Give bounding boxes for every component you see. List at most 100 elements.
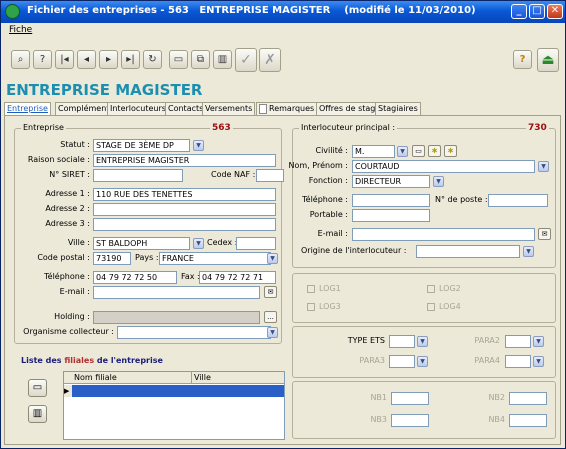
fax-field[interactable]: 04 79 72 72 71	[199, 271, 276, 284]
tab-complement[interactable]: Complément	[55, 102, 113, 116]
log3-checkbox[interactable]	[307, 303, 315, 311]
entreprise-group: Entreprise 563 Statut : STAGE DE 3ÈME DP…	[14, 123, 284, 344]
email-field[interactable]	[93, 286, 260, 299]
copy-icon[interactable]: ⧉	[191, 50, 210, 69]
nom-prenom-dropdown-icon[interactable]: ▼	[538, 161, 549, 172]
ville-field[interactable]: ST BALDOPH	[93, 237, 190, 250]
ville-dropdown-icon[interactable]: ▼	[193, 238, 204, 249]
title-bar[interactable]: Fichier des entreprises - 563 ENTREPRISE…	[1, 1, 565, 23]
organisme-field[interactable]	[117, 326, 271, 339]
tab-versements[interactable]: Versements	[202, 102, 256, 116]
adresse2-field[interactable]	[93, 203, 276, 216]
nb3-label: NB3	[370, 415, 387, 424]
refresh-icon[interactable]: ↻	[143, 50, 162, 69]
type-ets-field[interactable]	[389, 335, 415, 348]
fonction-label: Fonction :	[308, 176, 348, 185]
telephone-field[interactable]: 04 79 72 72 50	[93, 271, 177, 284]
tab-contacts[interactable]: Contacts	[165, 102, 207, 116]
filiales-table[interactable]: Nom filiale Ville ▶	[63, 371, 285, 440]
cancel-icon[interactable]: ✗	[259, 48, 281, 72]
statut-label: Statut :	[60, 140, 90, 149]
binoculars-icon[interactable]: ⌕	[11, 50, 30, 69]
origine-dropdown-icon[interactable]: ▼	[523, 246, 534, 257]
nb2-field[interactable]	[509, 392, 547, 405]
maximize-button[interactable]: □	[529, 4, 545, 19]
para3-field[interactable]	[389, 355, 415, 368]
log1-checkbox[interactable]	[307, 285, 315, 293]
raison-sociale-field[interactable]: ENTREPRISE MAGISTER	[93, 154, 276, 167]
poste-field[interactable]	[488, 194, 548, 207]
help-icon[interactable]: ?	[33, 50, 52, 69]
statut-field[interactable]: STAGE DE 3ÈME DP	[93, 139, 190, 152]
interlocuteur-email-icon[interactable]: ✉	[538, 228, 551, 240]
adresse3-field[interactable]	[93, 218, 276, 231]
civilite-field[interactable]: M.	[352, 145, 395, 158]
interlocuteur-email-field[interactable]	[352, 228, 535, 241]
cedex-field[interactable]	[236, 237, 276, 250]
nb4-field[interactable]	[509, 414, 547, 427]
interlocuteur-telephone-label: Téléphone :	[302, 195, 348, 204]
ville-label: Ville :	[67, 238, 90, 247]
tab-interlocuteurs[interactable]: Interlocuteurs	[107, 102, 169, 116]
type-ets-dropdown-icon[interactable]: ▼	[417, 336, 428, 347]
add-filiale-button[interactable]: ▭	[28, 379, 47, 397]
column-header-nom-filiale[interactable]: Nom filiale	[74, 373, 117, 382]
para2-dropdown-icon[interactable]: ▼	[533, 336, 544, 347]
portable-field[interactable]	[352, 209, 430, 222]
exit-icon[interactable]: ⏏	[537, 48, 559, 72]
new-document-icon[interactable]: ▭	[169, 50, 188, 69]
statut-dropdown-icon[interactable]: ▼	[193, 140, 204, 151]
email-label: E-mail :	[59, 287, 90, 296]
minimize-button[interactable]: _	[511, 4, 527, 19]
fonction-field[interactable]: DIRECTEUR	[352, 175, 430, 188]
para2-field[interactable]	[505, 335, 531, 348]
interlocuteur-telephone-field[interactable]	[352, 194, 430, 207]
next-record-icon[interactable]: ▸	[99, 50, 118, 69]
log2-label: LOG2	[439, 284, 461, 293]
toolbar: ⌕ ? |◂ ◂ ▸ ▸| ↻ ▭ ⧉ ▥ ✓ ✗ ? ⏏	[1, 41, 565, 79]
column-header-ville[interactable]: Ville	[194, 373, 211, 382]
portable-label: Portable :	[309, 210, 348, 219]
holding-browse-button[interactable]: ...	[264, 311, 277, 323]
tab-entreprise[interactable]: Entreprise	[4, 102, 51, 116]
nb3-field[interactable]	[391, 414, 429, 427]
new-contact-icon[interactable]: ▭	[412, 145, 425, 157]
menu-fiche[interactable]: Fiche	[9, 25, 32, 35]
organisme-dropdown-icon[interactable]: ▼	[267, 327, 278, 338]
row-pointer-icon: ▶	[64, 385, 72, 397]
para4-dropdown-icon[interactable]: ▼	[533, 356, 544, 367]
tab-remarques[interactable]: Remarques	[256, 102, 318, 116]
delete-icon[interactable]: ▥	[213, 50, 232, 69]
close-button[interactable]: ✕	[547, 4, 563, 19]
naf-field[interactable]	[256, 169, 284, 182]
log2-checkbox[interactable]	[427, 285, 435, 293]
log4-checkbox[interactable]	[427, 303, 435, 311]
first-record-icon[interactable]: |◂	[55, 50, 74, 69]
tab-offres-de-stage[interactable]: Offres de stage	[316, 102, 384, 116]
help-button[interactable]: ?	[513, 50, 532, 69]
para3-dropdown-icon[interactable]: ▼	[417, 356, 428, 367]
prev-record-icon[interactable]: ◂	[77, 50, 96, 69]
civilite-dropdown-icon[interactable]: ▼	[397, 146, 408, 157]
delete-filiale-button[interactable]: ▥	[28, 405, 47, 423]
sms-icon[interactable]: ✱	[428, 145, 441, 157]
nom-prenom-field[interactable]: COURTAUD	[352, 160, 535, 173]
origine-field[interactable]	[416, 245, 520, 258]
filiales-table-header: Nom filiale Ville	[64, 372, 284, 384]
page-title: ENTREPRISE MAGISTER	[6, 81, 203, 99]
adresse1-field[interactable]: 110 RUE DES TENETTES	[93, 188, 276, 201]
para4-field[interactable]	[505, 355, 531, 368]
last-record-icon[interactable]: ▸|	[121, 50, 140, 69]
sms-group-icon[interactable]: ✱	[444, 145, 457, 157]
pays-dropdown-icon[interactable]: ▼	[267, 253, 278, 264]
fonction-dropdown-icon[interactable]: ▼	[433, 176, 444, 187]
nb1-label: NB1	[370, 393, 387, 402]
siret-field[interactable]	[93, 169, 183, 182]
nb1-field[interactable]	[391, 392, 429, 405]
pays-field[interactable]: FRANCE	[159, 252, 271, 265]
email-envelope-icon[interactable]: ✉	[264, 286, 277, 298]
table-row[interactable]: ▶	[64, 385, 284, 397]
tab-stagiaires[interactable]: Stagiaires	[375, 102, 421, 116]
validate-icon[interactable]: ✓	[235, 48, 257, 72]
code-postal-field[interactable]: 73190	[93, 252, 131, 265]
